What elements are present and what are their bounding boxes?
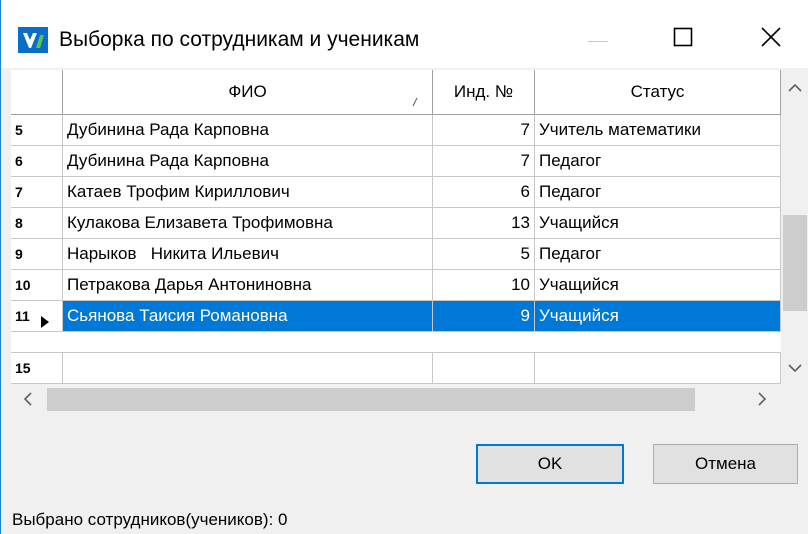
title-bar[interactable]: Выборка по сотрудникам и ученикам (1, 0, 808, 68)
cell-index[interactable]: 9 (433, 301, 535, 331)
cell-index[interactable]: 7 (433, 115, 535, 145)
vertical-scrollbar[interactable] (781, 70, 808, 384)
row-number: 15 (11, 353, 63, 383)
cell-index[interactable]: 7 (433, 146, 535, 176)
cell-index[interactable]: 5 (433, 239, 535, 269)
table-row[interactable]: 8 Кулакова Елизавета Трофимовна 13 Учащи… (11, 208, 781, 239)
column-header-label: Статус (630, 82, 685, 101)
row-number: 9 (11, 239, 63, 269)
column-header-label: Инд. № (453, 82, 514, 101)
current-row-pointer-icon (40, 309, 50, 328)
cell-fio[interactable]: Сьянова Таисия Романовна (63, 301, 433, 331)
row-number: 8 (11, 208, 63, 238)
table-row-selected[interactable]: 11 Сьянова Таисия Романовна 9 Учащийся (11, 301, 781, 332)
column-header-status[interactable]: Статус (535, 70, 781, 114)
window-title: Выборка по сотрудникам и ученикам (59, 28, 420, 51)
column-header-label: ФИО (228, 82, 267, 101)
row-number: 5 (11, 115, 63, 145)
cancel-button[interactable]: Отмена (653, 444, 798, 484)
table-row-new[interactable]: 15 (11, 353, 781, 384)
cell-index[interactable]: 10 (433, 270, 535, 300)
row-number: 6 (11, 146, 63, 176)
ok-button[interactable]: OK (476, 444, 624, 484)
horizontal-scrollbar[interactable] (11, 384, 808, 415)
row-number-label: 11 (15, 308, 30, 324)
status-bar: Выбрано сотрудников(учеников): 0 (1, 506, 808, 534)
cell-status[interactable]: Учащийся (535, 301, 781, 331)
close-button[interactable] (739, 14, 803, 64)
vertical-scroll-thumb[interactable] (783, 215, 807, 311)
cell-status[interactable]: Педагог (535, 146, 781, 176)
cell-status[interactable]: Учащийся (535, 208, 781, 238)
selection-dialog: Выборка по сотрудникам и ученикам ФИО Ин… (0, 0, 808, 534)
scroll-left-icon[interactable] (23, 392, 33, 411)
app-logo-icon (18, 27, 48, 53)
row-number: 10 (11, 270, 63, 300)
row-number: 7 (11, 177, 63, 207)
cell-status[interactable] (535, 353, 781, 383)
cell-fio[interactable]: Нарыков Никита Ильевич (63, 239, 433, 269)
column-header-index[interactable]: Инд. № (433, 70, 535, 114)
cell-status[interactable]: Учитель математики (535, 115, 781, 145)
minimize-button[interactable] (566, 14, 630, 64)
close-icon (761, 26, 781, 52)
scroll-down-icon[interactable] (788, 360, 802, 378)
maximize-button[interactable] (651, 14, 715, 64)
employee-grid[interactable]: ФИО Инд. № Статус 5 Дубинина Рада Карпов… (11, 70, 808, 415)
cell-fio[interactable]: Дубинина Рада Карповна (63, 115, 433, 145)
table-row[interactable]: 6 Дубинина Рада Карповна 7 Педагог (11, 146, 781, 177)
header-row-indicator (11, 70, 63, 114)
cell-fio[interactable]: Катаев Трофим Кириллович (63, 177, 433, 207)
cell-fio[interactable] (63, 353, 433, 383)
minimize-icon (588, 30, 608, 48)
cell-index[interactable]: 13 (433, 208, 535, 238)
table-row[interactable]: 10 Петракова Дарья Антониновна 10 Учащий… (11, 270, 781, 301)
scroll-up-icon[interactable] (788, 80, 802, 98)
cell-index[interactable] (433, 353, 535, 383)
cell-index[interactable]: 6 (433, 177, 535, 207)
cell-status[interactable]: Педагог (535, 239, 781, 269)
selected-count-text: Выбрано сотрудников(учеников): 0 (12, 510, 288, 529)
table-row[interactable]: 7 Катаев Трофим Кириллович 6 Педагог (11, 177, 781, 208)
hidden-rows-gap (11, 332, 781, 353)
cell-status[interactable]: Учащийся (535, 270, 781, 300)
sort-indicator-icon (412, 80, 418, 107)
table-row[interactable]: 5 Дубинина Рада Карповна 7 Учитель матем… (11, 115, 781, 146)
table-row[interactable]: 9 Нарыков Никита Ильевич 5 Педагог (11, 239, 781, 270)
cell-fio[interactable]: Дубинина Рада Карповна (63, 146, 433, 176)
maximize-icon (673, 27, 693, 52)
scroll-right-icon[interactable] (757, 392, 767, 411)
cell-status[interactable]: Педагог (535, 177, 781, 207)
column-header-fio[interactable]: ФИО (63, 70, 433, 114)
row-number: 11 (11, 301, 63, 331)
grid-body: ФИО Инд. № Статус 5 Дубинина Рада Карпов… (11, 70, 781, 384)
cell-fio[interactable]: Петракова Дарья Антониновна (63, 270, 433, 300)
cell-fio[interactable]: Кулакова Елизавета Трофимовна (63, 208, 433, 238)
horizontal-scroll-thumb[interactable] (47, 388, 695, 411)
grid-header: ФИО Инд. № Статус (11, 70, 781, 115)
